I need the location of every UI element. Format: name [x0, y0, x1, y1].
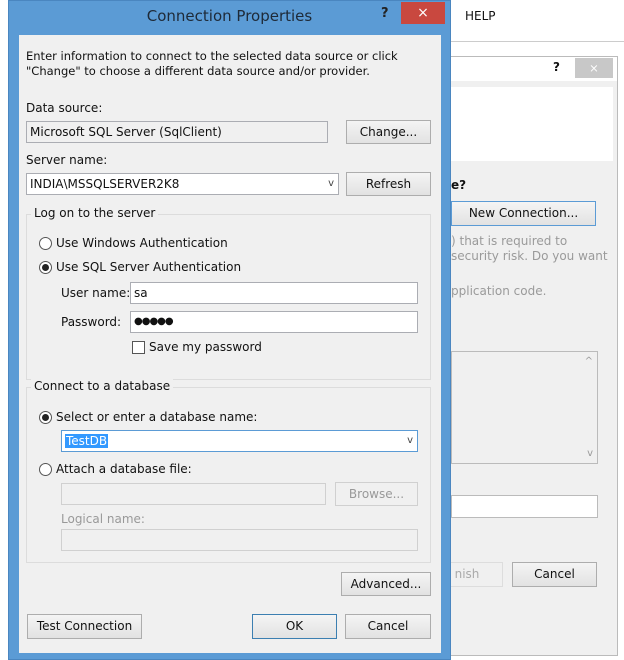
logon-group-label: Log on to the server — [31, 206, 159, 220]
password-label: Password: — [61, 315, 122, 329]
browse-button[interactable]: Browse... — [335, 482, 418, 506]
server-name-label: Server name: — [26, 153, 108, 167]
user-name-label: User name: — [61, 286, 131, 300]
scroll-down-icon[interactable]: v — [587, 448, 593, 459]
sql-auth-label[interactable]: Use SQL Server Authentication — [56, 260, 241, 274]
database-file-input — [61, 483, 326, 505]
dialog-body: Enter information to connect to the sele… — [19, 35, 441, 653]
database-name-value: TestDB — [65, 434, 109, 448]
new-connection-button[interactable]: New Connection... — [451, 201, 596, 226]
data-source-field: Microsoft SQL Server (SqlClient) — [26, 121, 328, 143]
info-text: pplication code. — [451, 284, 547, 298]
select-db-radio[interactable] — [39, 411, 52, 424]
windows-auth-radio[interactable] — [39, 237, 52, 250]
background-panel — [451, 87, 613, 161]
question-text: e? — [451, 178, 467, 192]
cancel-button[interactable]: Cancel — [345, 614, 431, 639]
save-password-checkbox[interactable] — [132, 341, 145, 354]
sql-auth-radio[interactable] — [39, 261, 52, 274]
info-text: ) that is required to — [451, 234, 568, 248]
ok-button[interactable]: OK — [252, 614, 337, 639]
scroll-up-icon[interactable]: ^ — [585, 356, 593, 367]
background-cancel-button[interactable]: Cancel — [512, 562, 597, 587]
server-name-combo[interactable]: INDIA\MSSQLSERVER2K8 v — [26, 173, 339, 195]
refresh-button[interactable]: Refresh — [346, 172, 431, 196]
logical-name-input — [61, 529, 418, 551]
connection-string-box[interactable]: ^ v — [451, 351, 598, 464]
change-button[interactable]: Change... — [346, 120, 431, 144]
user-name-input[interactable]: sa — [130, 282, 418, 304]
save-password-label[interactable]: Save my password — [149, 340, 262, 354]
logical-name-label: Logical name: — [61, 512, 145, 526]
info-text: security risk. Do you want — [451, 249, 608, 263]
chevron-down-icon[interactable]: v — [328, 174, 334, 194]
attach-db-radio[interactable] — [39, 463, 52, 476]
close-icon[interactable]: × — [575, 58, 613, 78]
data-source-label: Data source: — [26, 101, 103, 115]
intro-text: Enter information to connect to the sele… — [26, 49, 398, 78]
advanced-button[interactable]: Advanced... — [341, 572, 431, 596]
password-input[interactable]: ●●●●● — [130, 311, 418, 333]
database-name-combo[interactable]: TestDB v — [61, 430, 418, 452]
server-name-value: INDIA\MSSQLSERVER2K8 — [30, 177, 180, 191]
database-group-label: Connect to a database — [31, 379, 174, 393]
select-db-label[interactable]: Select or enter a database name: — [56, 410, 257, 424]
attach-db-label[interactable]: Attach a database file: — [56, 462, 192, 476]
connection-properties-dialog: Connection Properties ? × Enter informat… — [8, 0, 451, 660]
background-dialog: ? × e? New Connection... ) that is requi… — [431, 56, 618, 656]
chevron-down-icon[interactable]: v — [407, 431, 413, 451]
name-input[interactable] — [451, 495, 598, 518]
windows-auth-label[interactable]: Use Windows Authentication — [56, 236, 228, 250]
menu-help[interactable]: HELP — [465, 9, 496, 23]
help-icon[interactable]: ? — [381, 6, 389, 21]
close-icon[interactable]: × — [401, 2, 445, 24]
test-connection-button[interactable]: Test Connection — [27, 614, 142, 639]
help-icon[interactable]: ? — [553, 60, 560, 74]
